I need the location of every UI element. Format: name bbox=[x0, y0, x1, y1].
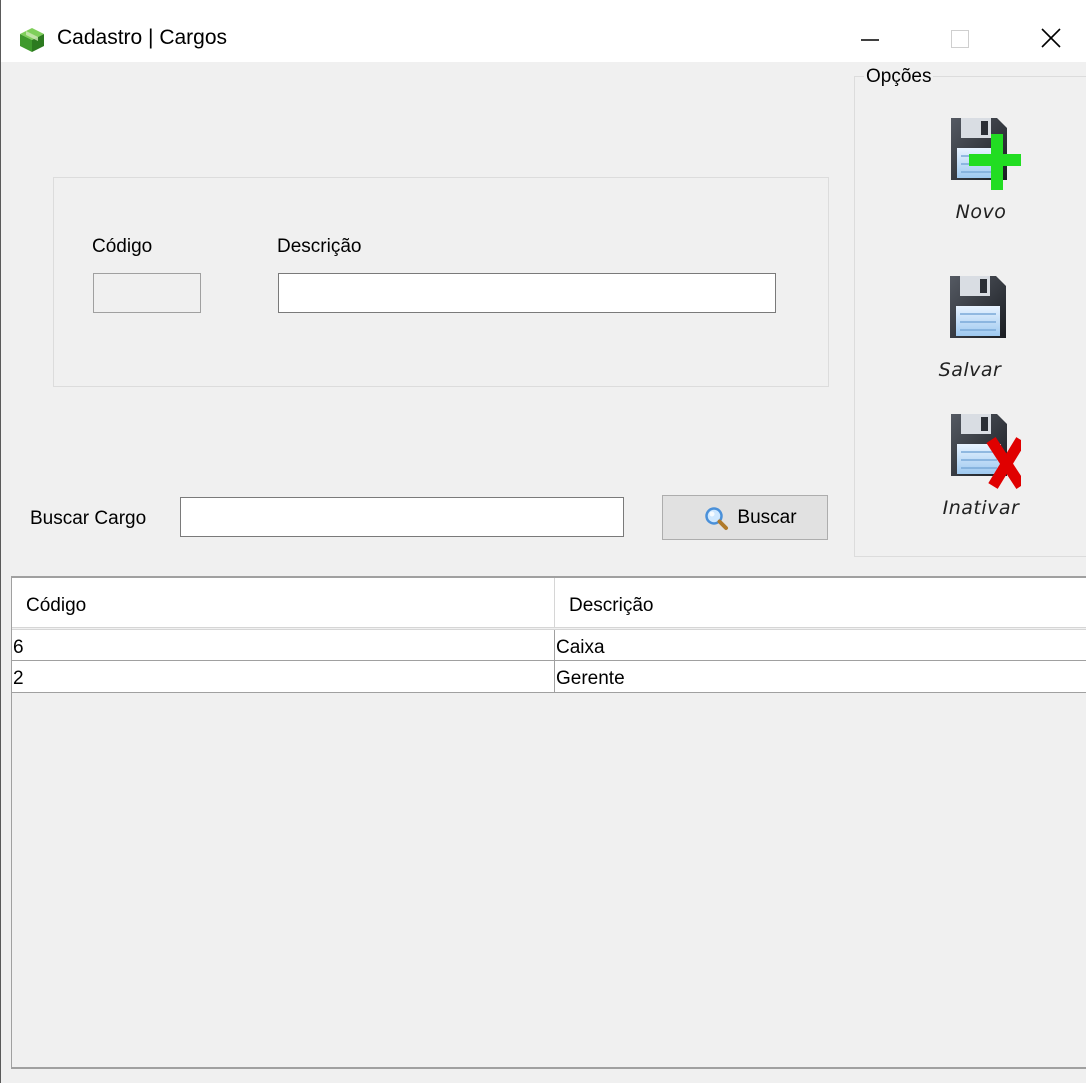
window-title: Cadastro | Cargos bbox=[57, 26, 228, 49]
salvar-label: Salvar bbox=[938, 359, 1002, 381]
floppy-plus-icon bbox=[950, 117, 1025, 190]
table-row[interactable]: 2 Gerente bbox=[12, 661, 1086, 693]
descricao-field[interactable] bbox=[278, 273, 776, 313]
salvar-button[interactable]: Salvar bbox=[915, 262, 1025, 381]
maximize-icon bbox=[951, 30, 969, 48]
inativar-button[interactable]: Inativar bbox=[926, 400, 1036, 519]
search-input[interactable] bbox=[180, 497, 624, 537]
minimize-button[interactable] bbox=[841, 10, 901, 60]
search-label: Buscar Cargo bbox=[30, 508, 147, 529]
codigo-field bbox=[93, 273, 201, 313]
column-header-codigo[interactable]: Código bbox=[12, 578, 554, 627]
cell-descricao: Gerente bbox=[556, 668, 625, 689]
codigo-label: Código bbox=[92, 236, 153, 257]
maximize-button[interactable] bbox=[931, 10, 991, 60]
green-box-icon bbox=[20, 28, 44, 52]
floppy-x-icon bbox=[950, 413, 1026, 490]
novo-button[interactable]: Novo bbox=[926, 104, 1036, 223]
search-button[interactable]: Buscar bbox=[662, 495, 828, 540]
title-bar: Cadastro | Cargos bbox=[1, 0, 1086, 62]
novo-label: Novo bbox=[955, 201, 1007, 223]
cargos-grid[interactable]: Código Descrição 6 Caixa 2 Gerente bbox=[11, 576, 1086, 1069]
inativar-label: Inativar bbox=[942, 497, 1020, 519]
floppy-icon bbox=[949, 275, 1007, 339]
column-header-descricao[interactable]: Descrição bbox=[555, 578, 1086, 627]
grid-header: Código Descrição bbox=[12, 578, 1086, 628]
close-button[interactable] bbox=[1021, 10, 1081, 60]
minimize-icon bbox=[861, 39, 879, 41]
options-title: Opções bbox=[864, 66, 934, 88]
cell-descricao: Caixa bbox=[556, 637, 605, 658]
cell-codigo: 6 bbox=[13, 637, 24, 658]
cell-codigo: 2 bbox=[13, 668, 24, 689]
search-button-label: Buscar bbox=[737, 506, 797, 528]
grid-bottom-border bbox=[11, 1067, 1086, 1069]
table-row[interactable]: 6 Caixa bbox=[12, 629, 1086, 661]
magnifier-icon bbox=[705, 506, 729, 530]
descricao-label: Descrição bbox=[277, 236, 362, 257]
close-icon bbox=[1041, 28, 1061, 48]
main-window: Cadastro | Cargos Código Descrição Busca… bbox=[0, 0, 1086, 1083]
